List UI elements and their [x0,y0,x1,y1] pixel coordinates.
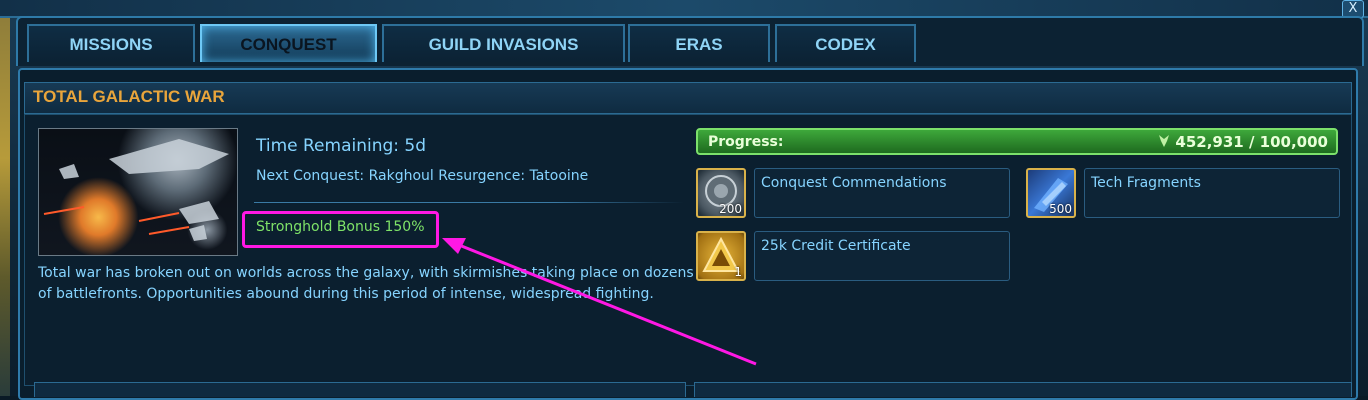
annotation-arrow [442,238,757,366]
